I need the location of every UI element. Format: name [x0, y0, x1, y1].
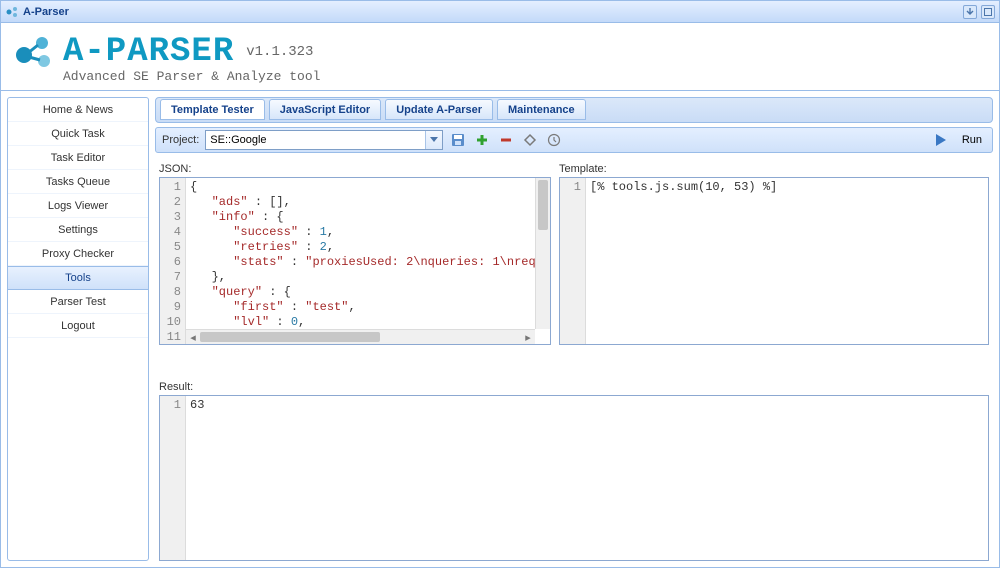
toolbar: Project: Run [155, 127, 993, 153]
sidebar-item-task-editor[interactable]: Task Editor [8, 146, 148, 170]
scrollbar-horizontal[interactable]: ◂ ▸ [186, 329, 535, 344]
template-label: Template: [559, 163, 989, 175]
result-gutter: 1 [160, 396, 186, 560]
dock-button[interactable] [963, 5, 977, 19]
run-label[interactable]: Run [958, 134, 986, 146]
logo-icon [13, 33, 55, 71]
sidebar-item-settings[interactable]: Settings [8, 218, 148, 242]
json-editor[interactable]: 1234567891011121314 { "ads" : [], "info"… [159, 177, 551, 345]
template-content[interactable]: [% tools.js.sum(10, 53) %] [586, 178, 988, 344]
tab-update-a-parser[interactable]: Update A-Parser [385, 99, 493, 120]
sidebar-item-tools[interactable]: Tools [8, 266, 148, 290]
sidebar-item-parser-test[interactable]: Parser Test [8, 290, 148, 314]
sidebar-item-home-news[interactable]: Home & News [8, 98, 148, 122]
template-editor[interactable]: 1 [% tools.js.sum(10, 53) %] [559, 177, 989, 345]
result-label: Result: [159, 381, 989, 393]
save-icon[interactable] [449, 131, 467, 149]
sidebar-item-proxy-checker[interactable]: Proxy Checker [8, 242, 148, 266]
version-text: v1.1.323 [246, 44, 313, 60]
tab-maintenance[interactable]: Maintenance [497, 99, 586, 120]
sidebar-item-tasks-queue[interactable]: Tasks Queue [8, 170, 148, 194]
minus-icon[interactable] [497, 131, 515, 149]
sidebar-item-quick-task[interactable]: Quick Task [8, 122, 148, 146]
template-gutter: 1 [560, 178, 586, 344]
window-title: A-Parser [23, 6, 69, 18]
tab-javascript-editor[interactable]: JavaScript Editor [269, 99, 381, 120]
json-gutter: 1234567891011121314 [160, 178, 186, 344]
project-select[interactable] [205, 130, 443, 150]
clock-icon[interactable] [545, 131, 563, 149]
diamond-icon[interactable] [521, 131, 539, 149]
chevron-down-icon[interactable] [425, 131, 442, 149]
run-button[interactable] [930, 134, 952, 146]
project-input[interactable] [206, 131, 425, 149]
result-content[interactable]: 63 [186, 396, 988, 560]
sidebar-item-logout[interactable]: Logout [8, 314, 148, 338]
app-icon [5, 5, 19, 19]
main-panel: Template TesterJavaScript EditorUpdate A… [155, 97, 993, 561]
tabstrip: Template TesterJavaScript EditorUpdate A… [155, 97, 993, 123]
maximize-button[interactable] [981, 5, 995, 19]
app-window: A-Parser A-PARSER v1.1.323 Advanced SE P… [0, 0, 1000, 568]
json-content[interactable]: { "ads" : [], "info" : { "success" : 1, … [186, 178, 550, 344]
logo-text: A-PARSER [63, 33, 234, 71]
chevron-right-icon[interactable]: ▸ [521, 330, 535, 344]
scrollbar-vertical[interactable] [535, 178, 550, 329]
header: A-PARSER v1.1.323 Advanced SE Parser & A… [1, 23, 999, 91]
project-label: Project: [162, 134, 199, 146]
result-editor[interactable]: 1 63 [159, 395, 989, 561]
sidebar: Home & NewsQuick TaskTask EditorTasks Qu… [7, 97, 149, 561]
chevron-left-icon[interactable]: ◂ [186, 330, 200, 344]
sidebar-item-logs-viewer[interactable]: Logs Viewer [8, 194, 148, 218]
tab-template-tester[interactable]: Template Tester [160, 99, 265, 120]
titlebar[interactable]: A-Parser [1, 1, 999, 23]
play-icon [936, 134, 946, 146]
plus-icon[interactable] [473, 131, 491, 149]
subtitle-text: Advanced SE Parser & Analyze tool [63, 69, 987, 84]
json-label: JSON: [159, 163, 551, 175]
